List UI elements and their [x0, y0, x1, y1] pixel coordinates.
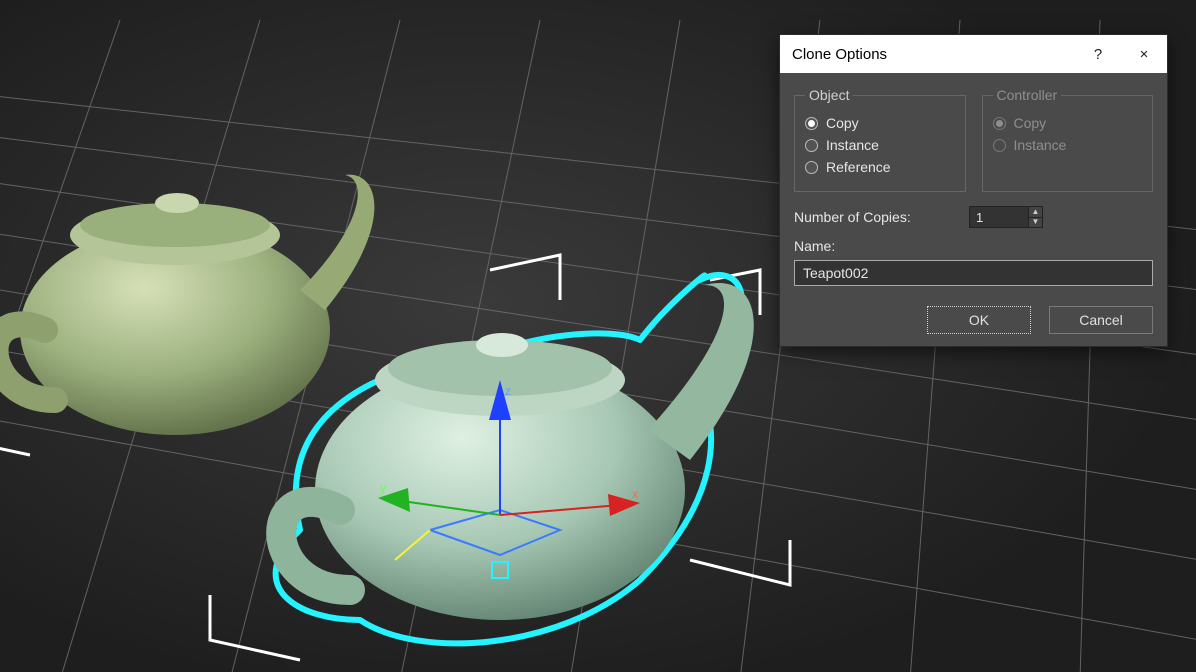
radio-icon — [805, 139, 818, 152]
clone-options-dialog: Clone Options ? × Object Copy Instance — [779, 34, 1168, 347]
radio-icon — [993, 117, 1006, 130]
close-button[interactable]: × — [1121, 35, 1167, 73]
object-option-reference[interactable]: Reference — [805, 159, 955, 175]
spinner-up-icon[interactable]: ▲ — [1029, 207, 1042, 218]
copies-spinner[interactable]: ▲ ▼ — [969, 206, 1043, 228]
controller-option-instance: Instance — [993, 137, 1143, 153]
spinner-down-icon[interactable]: ▼ — [1029, 218, 1042, 228]
object-group: Object Copy Instance Reference — [794, 87, 966, 192]
button-label: Cancel — [1079, 312, 1123, 328]
radio-label: Instance — [1014, 137, 1067, 153]
radio-icon — [805, 117, 818, 130]
radio-label: Copy — [1014, 115, 1047, 131]
help-icon: ? — [1094, 46, 1102, 63]
controller-group: Controller Copy Instance — [982, 87, 1154, 192]
copies-row: Number of Copies: ▲ ▼ — [794, 206, 1153, 228]
name-input[interactable] — [794, 260, 1153, 286]
object-group-legend: Object — [805, 87, 853, 103]
teapot-object-unselected[interactable] — [0, 175, 374, 435]
name-label: Name: — [794, 238, 1153, 254]
ok-button[interactable]: OK — [927, 306, 1031, 334]
svg-text:y: y — [380, 481, 386, 495]
copies-label: Number of Copies: — [794, 209, 911, 225]
name-row: Name: — [794, 238, 1153, 286]
dialog-title: Clone Options — [792, 46, 1075, 63]
radio-label: Instance — [826, 137, 879, 153]
close-icon: × — [1140, 46, 1149, 63]
controller-option-copy: Copy — [993, 115, 1143, 131]
button-label: OK — [969, 312, 989, 328]
object-option-instance[interactable]: Instance — [805, 137, 955, 153]
cancel-button[interactable]: Cancel — [1049, 306, 1153, 334]
teapot-object-selected[interactable] — [276, 275, 754, 643]
controller-group-legend: Controller — [993, 87, 1062, 103]
svg-text:x: x — [632, 487, 638, 501]
dialog-titlebar[interactable]: Clone Options ? × — [780, 35, 1167, 73]
svg-text:z: z — [505, 384, 511, 398]
copies-input[interactable] — [970, 207, 1028, 227]
object-option-copy[interactable]: Copy — [805, 115, 955, 131]
radio-icon — [805, 161, 818, 174]
radio-label: Copy — [826, 115, 859, 131]
radio-icon — [993, 139, 1006, 152]
help-button[interactable]: ? — [1075, 35, 1121, 73]
radio-label: Reference — [826, 159, 891, 175]
